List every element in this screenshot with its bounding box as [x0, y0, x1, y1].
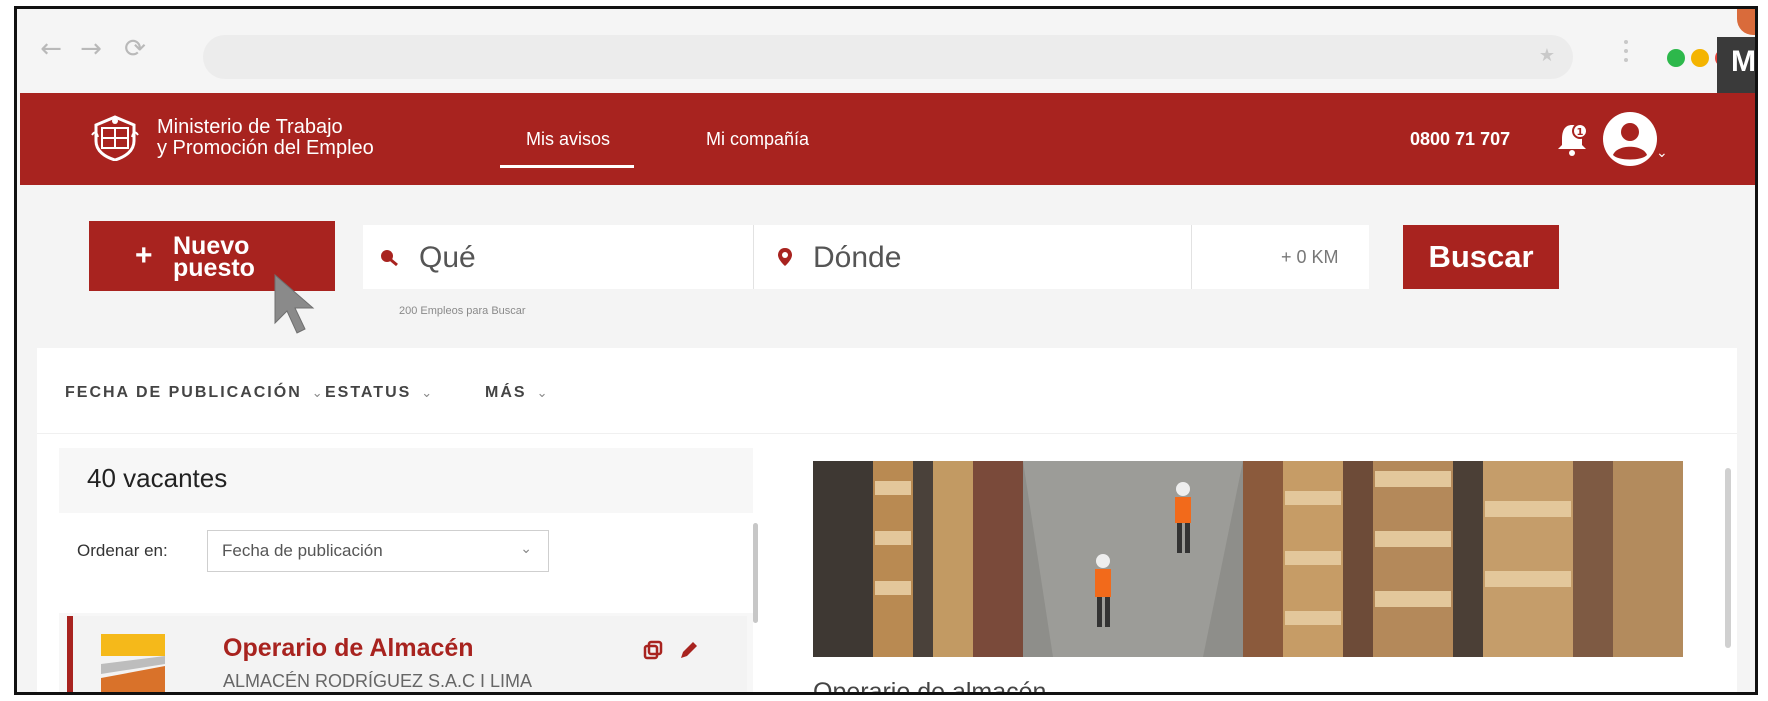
ministry-name[interactable]: Ministerio de Trabajo y Promoción del Em… — [157, 117, 374, 159]
company-logo — [101, 634, 165, 692]
sort-select[interactable]: Fecha de publicación ⌄ — [207, 530, 549, 572]
phone-number: 0800 71 707 — [1410, 129, 1511, 149]
window-dot-yellow — [1691, 49, 1709, 67]
detail-title: Operario de almacén — [813, 678, 1047, 695]
filter-estatus-label: ESTATUS — [325, 384, 412, 401]
plus-icon: + — [135, 239, 153, 272]
forward-arrow-icon[interactable]: → — [77, 35, 105, 63]
chevron-down-icon: ⌄ — [421, 386, 433, 401]
site-header: Ministerio de Trabajo y Promoción del Em… — [20, 93, 1755, 185]
where-field[interactable]: Dónde — [753, 225, 1191, 289]
side-tab-letter: M — [1731, 45, 1756, 78]
filter-mas[interactable]: MÁS ⌄ — [485, 384, 547, 402]
search-button[interactable]: Buscar — [1403, 225, 1559, 289]
chevron-down-icon: ⌄ — [311, 386, 323, 401]
filter-fecha-label: FECHA DE PUBLICACIÓN — [65, 384, 302, 401]
job-title[interactable]: Operario de Almacén — [223, 634, 474, 663]
nav-mi-compania[interactable]: Mi compañía — [706, 129, 809, 150]
nav-active-underline — [500, 165, 634, 168]
job-list-item[interactable]: Operario de Almacén ALMACÉN RODRÍGUEZ S.… — [67, 616, 747, 692]
reload-icon[interactable]: ⟳ — [121, 35, 149, 63]
chevron-down-icon: ⌄ — [536, 386, 548, 401]
sort-select-value: Fecha de publicación — [222, 541, 383, 560]
filter-mas-label: MÁS — [485, 384, 527, 401]
field-divider — [1191, 225, 1192, 289]
sort-label: Ordenar en: — [77, 541, 168, 560]
filter-estatus[interactable]: ESTATUS ⌄ — [325, 384, 432, 402]
chevron-down-icon: ⌄ — [520, 541, 532, 557]
edit-pencil-icon[interactable] — [677, 640, 699, 662]
mouse-cursor-icon — [274, 273, 315, 334]
what-field[interactable]: Qué — [363, 225, 753, 289]
coat-of-arms-icon — [91, 115, 139, 161]
svg-text:1: 1 — [1577, 127, 1584, 138]
detail-scrollbar[interactable] — [1725, 468, 1731, 648]
nav-mis-avisos[interactable]: Mis avisos — [526, 129, 610, 150]
window-dot-green — [1667, 49, 1685, 67]
ministry-name-line1: Ministerio de Trabajo — [157, 116, 343, 138]
what-field-text: Qué — [419, 241, 476, 274]
new-job-button-label: Nuevo puesto — [173, 232, 255, 282]
address-bar[interactable]: ★ — [203, 35, 1573, 79]
results-count: 40 vacantes — [87, 463, 228, 493]
results-card: FECHA DE PUBLICACIÓN ⌄ ESTATUS ⌄ MÁS ⌄ 40 v… — [37, 348, 1737, 695]
search-helper-text: 200 Empleos para Buscar — [399, 305, 526, 317]
bookmark-star-icon[interactable]: ★ — [1539, 45, 1555, 66]
notification-bell-icon[interactable]: 1 — [1552, 119, 1592, 159]
warehouse-workers-photo — [813, 461, 1683, 657]
list-scrollbar[interactable] — [753, 523, 758, 623]
search-bar: Qué Dónde + 0 KM — [363, 225, 1369, 289]
search-icon — [381, 250, 398, 267]
filter-divider — [37, 433, 1737, 434]
browser-menu-icon[interactable] — [1621, 35, 1631, 75]
filter-fecha[interactable]: FECHA DE PUBLICACIÓN ⌄ — [65, 384, 323, 402]
user-avatar-icon[interactable] — [1600, 109, 1660, 169]
ministry-name-line2: y Promoción del Empleo — [157, 137, 374, 159]
where-field-text: Dónde — [813, 241, 902, 274]
back-arrow-icon[interactable]: ← — [37, 35, 65, 63]
screenshot-frame: ← → ⟳ ★ M Ministerio de Trabajo y Promoc… — [14, 6, 1758, 695]
location-pin-icon — [778, 248, 792, 266]
distance-selector[interactable]: + 0 KM — [1281, 247, 1339, 268]
job-company: ALMACÉN RODRÍGUEZ S.A.C I LIMA — [223, 671, 533, 691]
corner-decoration — [1737, 9, 1755, 35]
duplicate-icon[interactable] — [641, 640, 663, 662]
browser-chrome: ← → ⟳ ★ M — [17, 9, 1756, 129]
user-menu-chevron-icon[interactable]: ⌄ — [1656, 145, 1668, 161]
